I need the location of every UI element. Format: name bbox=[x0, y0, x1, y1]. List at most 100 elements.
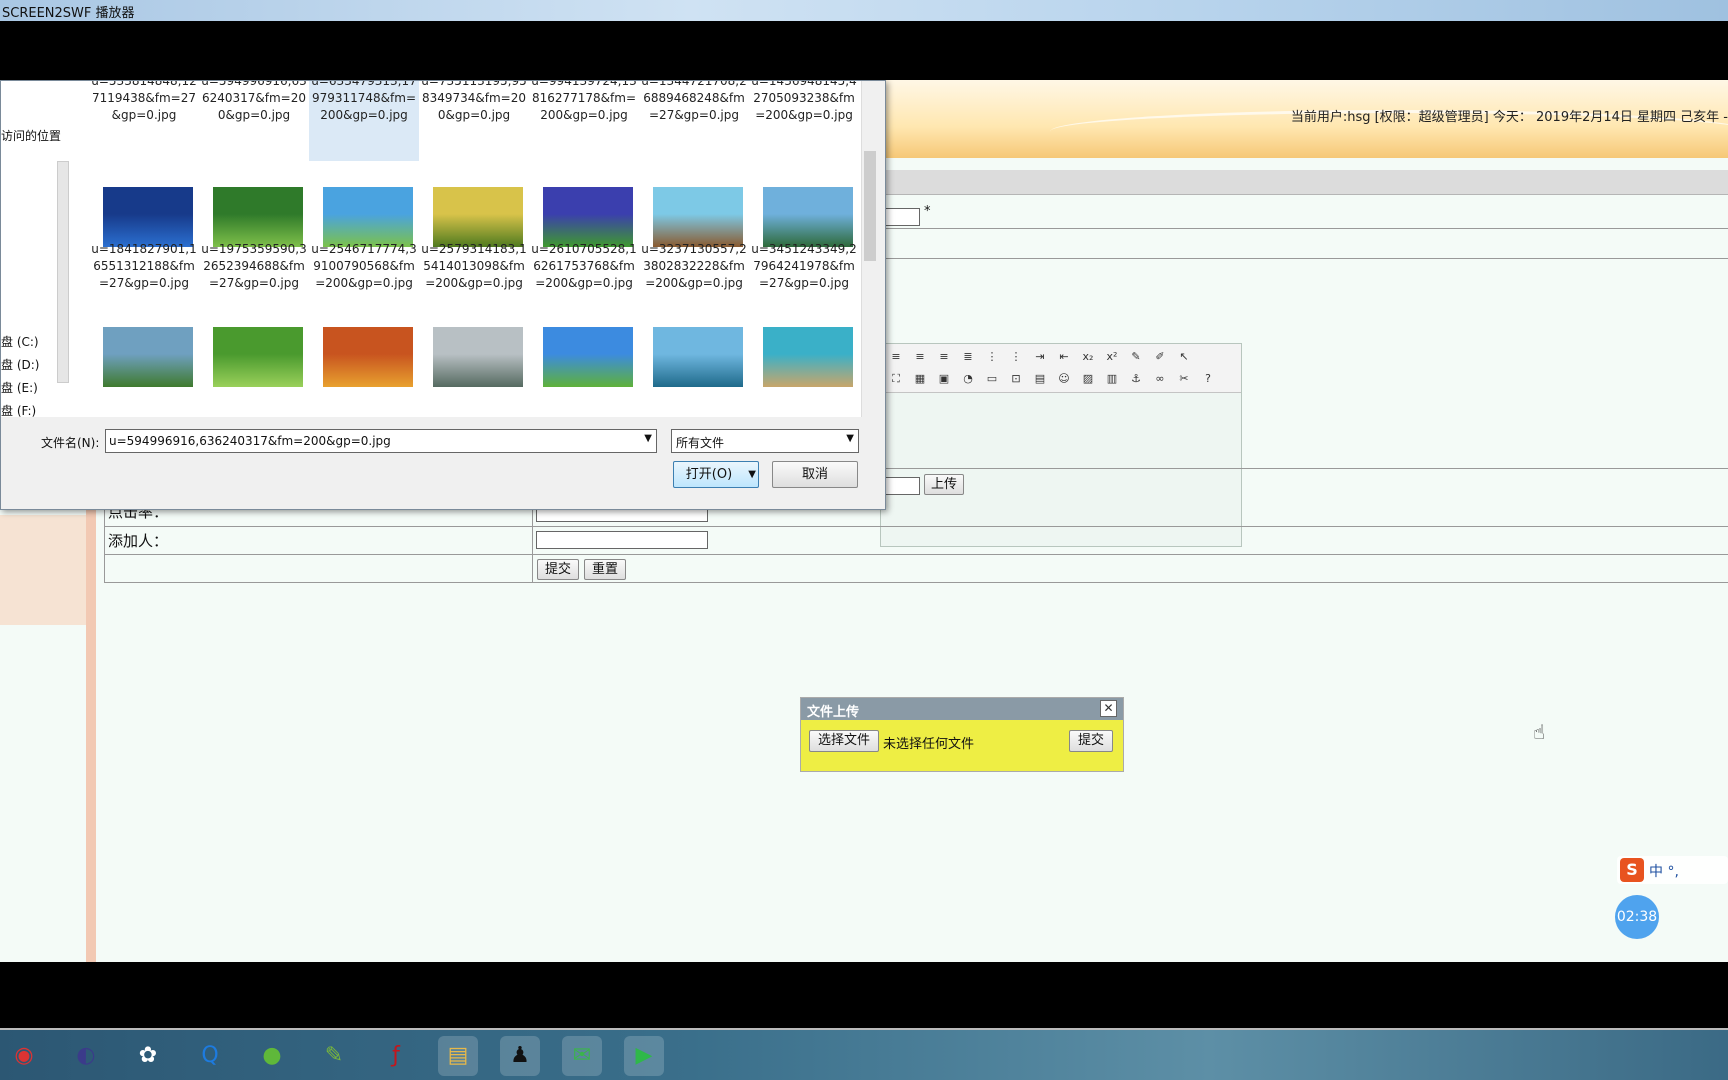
editor-tool-icon[interactable]: ☺ bbox=[1057, 372, 1071, 386]
filename-input[interactable]: u=594996916,636240317&fm=200&gp=0.jpg ▼ bbox=[105, 429, 657, 453]
nav-scrollbar[interactable] bbox=[57, 161, 69, 383]
editor-tool-icon[interactable]: ▨ bbox=[1081, 372, 1095, 386]
chevron-down-icon[interactable]: ▼ bbox=[644, 433, 652, 444]
file-explorer-icon[interactable]: ▤ bbox=[438, 1036, 478, 1076]
thumbnail-caption: u=1841827901,16551312188&fm=27&gp=0.jpg bbox=[91, 242, 197, 290]
sogou-icon: S bbox=[1620, 858, 1644, 882]
submit-button[interactable]: 提交 bbox=[537, 559, 579, 580]
thumbnail-item[interactable] bbox=[199, 327, 309, 417]
thumbnail-item[interactable]: u=735113195,958349734&fm=200&gp=0.jpg bbox=[419, 81, 529, 161]
thumbnail-item[interactable]: u=3451243349,27964241978&fm=27&gp=0.jpg bbox=[749, 179, 859, 329]
thumbnail-scrollbar[interactable] bbox=[861, 81, 879, 417]
required-mark: * bbox=[924, 204, 931, 219]
thumbnail-item[interactable]: u=1975359590,32652394688&fm=27&gp=0.jpg bbox=[199, 179, 309, 329]
chevron-down-icon[interactable]: ▼ bbox=[748, 462, 756, 487]
drive-c[interactable]: 盘 (C:) bbox=[1, 333, 39, 350]
thumbnail-item[interactable]: u=1841827901,16551312188&fm=27&gp=0.jpg bbox=[89, 179, 199, 329]
green-app-icon[interactable]: ● bbox=[252, 1036, 292, 1076]
title-input[interactable] bbox=[882, 208, 920, 226]
scrollbar-thumb[interactable] bbox=[864, 151, 876, 261]
editor-tool-icon[interactable]: ⇥ bbox=[1033, 350, 1047, 364]
form-row-adder bbox=[104, 526, 1728, 555]
thumbnail-item[interactable] bbox=[309, 327, 419, 417]
chevron-down-icon[interactable]: ▼ bbox=[846, 433, 854, 444]
recording-timer: 02:38 bbox=[1615, 895, 1659, 939]
recent-places-label[interactable]: 访问的位置 bbox=[1, 127, 61, 144]
thumbnail-item[interactable]: u=1344721708,26889468248&fm=27&gp=0.jpg bbox=[639, 81, 749, 161]
editor-tool-icon[interactable]: ⋮ bbox=[1009, 350, 1023, 364]
thumbnail-item[interactable] bbox=[419, 327, 529, 417]
editor-tool-icon[interactable]: ▣ bbox=[937, 372, 951, 386]
upload-submit-button[interactable]: 提交 bbox=[1069, 730, 1113, 752]
drive-e[interactable]: 盘 (E:) bbox=[1, 379, 38, 396]
editor-tool-icon[interactable]: x₂ bbox=[1081, 350, 1095, 364]
qq-browser-icon[interactable]: Q bbox=[190, 1036, 230, 1076]
thumbnail-item[interactable] bbox=[89, 327, 199, 417]
open-button[interactable]: 打开(O) ▼ bbox=[673, 461, 759, 488]
image-path-input[interactable] bbox=[882, 477, 920, 495]
thumbnail-caption: u=1344721708,26889468248&fm=27&gp=0.jpg bbox=[641, 81, 747, 122]
thumbnail-item[interactable] bbox=[529, 327, 639, 417]
thumbnail-item[interactable]: u=2579314183,15414013098&fm=200&gp=0.jpg bbox=[419, 179, 529, 329]
drive-f[interactable]: 盘 (F:) bbox=[1, 402, 36, 419]
cancel-button[interactable]: 取消 bbox=[772, 461, 858, 488]
notepad-plus-icon[interactable]: ✎ bbox=[314, 1036, 354, 1076]
editor-tool-icon[interactable]: ✐ bbox=[1153, 350, 1167, 364]
flash-icon[interactable]: ƒ bbox=[376, 1036, 416, 1076]
no-file-text: 未选择任何文件 bbox=[883, 737, 975, 752]
editor-tool-icon[interactable]: ≡ bbox=[889, 350, 903, 364]
editor-tool-icon[interactable]: ⇤ bbox=[1057, 350, 1071, 364]
editor-tool-icon[interactable]: x² bbox=[1105, 350, 1119, 364]
upload-button[interactable]: 上传 bbox=[924, 474, 964, 495]
thumbnail-item[interactable]: u=633479313,17979311748&fm=200&gp=0.jpg bbox=[309, 81, 419, 161]
thumbnail-image bbox=[103, 327, 193, 387]
thumbnail-item[interactable]: u=594996916,636240317&fm=200&gp=0.jpg bbox=[199, 81, 309, 161]
editor-tool-icon[interactable]: ▭ bbox=[985, 372, 999, 386]
thumbnail-image bbox=[763, 327, 853, 387]
editor-tool-icon[interactable]: ✂ bbox=[1177, 372, 1191, 386]
reset-button[interactable]: 重置 bbox=[584, 559, 626, 580]
ime-status: 中 °, bbox=[1649, 864, 1679, 880]
thumbnail-image bbox=[433, 187, 523, 247]
editor-tool-icon[interactable]: ▤ bbox=[1033, 372, 1047, 386]
adder-input[interactable] bbox=[536, 531, 708, 549]
editor-tool-icon[interactable]: ⋮ bbox=[985, 350, 999, 364]
editor-tool-icon[interactable]: ? bbox=[1201, 372, 1215, 386]
file-type-select[interactable]: 所有文件 ▼ bbox=[671, 429, 859, 453]
thumbnail-item[interactable]: u=994139724,13816277178&fm=200&gp=0.jpg bbox=[529, 81, 639, 161]
baidu-netdisk-icon[interactable]: ✿ bbox=[128, 1036, 168, 1076]
editor-tool-icon[interactable]: ✎ bbox=[1129, 350, 1143, 364]
close-icon[interactable]: ✕ bbox=[1100, 700, 1117, 717]
editor-tool-icon[interactable]: ▥ bbox=[1105, 372, 1119, 386]
thumbnail-item[interactable]: u=1436948145,42705093238&fm=200&gp=0.jpg bbox=[749, 81, 859, 161]
drive-d[interactable]: 盘 (D:) bbox=[1, 356, 39, 373]
editor-tool-icon[interactable]: ↖ bbox=[1177, 350, 1191, 364]
upload-popup-header: 文件上传 ✕ bbox=[801, 698, 1123, 720]
thumbnail-item[interactable]: u=3237130557,23802832228&fm=200&gp=0.jpg bbox=[639, 179, 749, 329]
editor-tool-icon[interactable]: ⛶ bbox=[889, 372, 903, 386]
editor-tool-icon[interactable]: ≡ bbox=[913, 350, 927, 364]
choose-file-button[interactable]: 选择文件 bbox=[809, 730, 879, 752]
screen2swf-icon[interactable]: ▶ bbox=[624, 1036, 664, 1076]
editor-tool-icon[interactable]: ≣ bbox=[961, 350, 975, 364]
eclipse-icon[interactable]: ◐ bbox=[66, 1036, 106, 1076]
editor-tool-icon[interactable]: ≡ bbox=[937, 350, 951, 364]
thumbnail-item[interactable]: u=533814848,127119438&fm=27&gp=0.jpg bbox=[89, 81, 199, 161]
thumbnail-item[interactable]: u=2610705528,16261753768&fm=200&gp=0.jpg bbox=[529, 179, 639, 329]
thumbnail-image bbox=[433, 327, 523, 387]
editor-tool-icon[interactable]: ▦ bbox=[913, 372, 927, 386]
editor-tool-icon[interactable]: ∞ bbox=[1153, 372, 1167, 386]
qq-icon[interactable]: ♟ bbox=[500, 1036, 540, 1076]
editor-tool-icon[interactable]: ◔ bbox=[961, 372, 975, 386]
wechat-icon[interactable]: ✉ bbox=[562, 1036, 602, 1076]
editor-tool-icon[interactable]: ⚓ bbox=[1129, 372, 1143, 386]
editor-tool-icon[interactable]: ⊡ bbox=[1009, 372, 1023, 386]
file-type-value: 所有文件 bbox=[676, 436, 725, 450]
thumbnail-item[interactable]: u=2546717774,39100790568&fm=200&gp=0.jpg bbox=[309, 179, 419, 329]
ime-toolbar[interactable]: S 中 °, bbox=[1617, 856, 1728, 884]
thumbnail-grid: u=533814848,127119438&fm=27&gp=0.jpg u=59… bbox=[71, 81, 861, 417]
chrome-icon[interactable]: ◉ bbox=[4, 1036, 44, 1076]
thumbnail-item[interactable] bbox=[749, 327, 859, 417]
thumbnail-item[interactable] bbox=[639, 327, 749, 417]
filename-label: 文件名(N): bbox=[41, 436, 100, 450]
